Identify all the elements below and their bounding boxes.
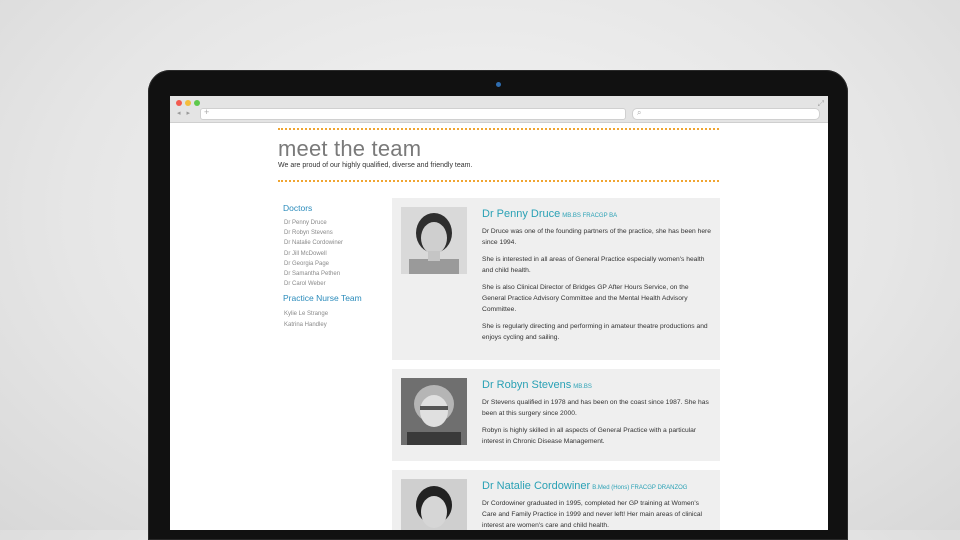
bio-paragraph: Dr Druce was one of the founding partner…	[482, 228, 711, 246]
sidebar-item-natalie-cordowiner[interactable]: Dr Natalie Cordowiner	[284, 238, 383, 248]
sidebar-heading-doctors[interactable]: Doctors	[283, 203, 383, 213]
address-bar[interactable]: +	[200, 107, 626, 120]
sidebar-heading-nurses[interactable]: Practice Nurse Team	[283, 293, 383, 303]
divider-top	[278, 128, 719, 130]
doctor-bio: Dr Cordowiner graduated in 1995, complet…	[482, 498, 712, 530]
doctor-name-text: Dr Robyn Stevens	[482, 379, 572, 391]
bio-paragraph: She is interested in all areas of Genera…	[482, 256, 705, 274]
minimize-window-icon[interactable]	[185, 100, 191, 106]
doctor-qualifications: MB.BS FRACGP BA	[562, 213, 618, 219]
divider-bottom	[278, 180, 719, 182]
doctor-bio: Dr Druce was one of the founding partner…	[482, 226, 712, 349]
browser-window: ◂ ▸ + ⌕ ⤢ meet the team We are proud of …	[170, 96, 828, 530]
profile-photo	[401, 378, 467, 445]
expand-icon[interactable]: ⤢	[818, 99, 824, 109]
doctor-bio: Dr Stevens qualified in 1978 and has bee…	[482, 397, 712, 453]
profile-card-natalie-cordowiner: Dr Natalie Cordowiner B.Med (Hons) FRACGP…	[392, 470, 720, 530]
sidebar-item-samantha-pethen[interactable]: Dr Samantha Pethen	[284, 269, 383, 279]
doctor-qualifications: MB.BS	[573, 384, 592, 390]
page-title: meet the team	[278, 136, 422, 161]
search-icon: ⌕	[637, 108, 642, 117]
profile-card-robyn-stevens: Dr Robyn Stevens MB.BS Dr Stevens qualifi…	[392, 369, 720, 461]
sidebar-item-kylie-le-strange[interactable]: Kylie Le Strange	[284, 309, 383, 319]
bio-paragraph: Robyn is highly skilled in all aspects o…	[482, 427, 697, 445]
doctor-name: Dr Penny Druce MB.BS FRACGP BA	[482, 208, 617, 220]
sidebar-item-georgia-page[interactable]: Dr Georgia Page	[284, 259, 383, 269]
doctors-list: Dr Penny Druce Dr Robyn Stevens Dr Natal…	[283, 218, 383, 289]
sidebar-item-katrina-handley[interactable]: Katrina Handley	[284, 320, 383, 330]
team-sidebar: Doctors Dr Penny Druce Dr Robyn Stevens …	[283, 203, 383, 334]
doctor-name-text: Dr Natalie Cordowiner	[482, 480, 591, 492]
sidebar-item-robyn-stevens[interactable]: Dr Robyn Stevens	[284, 228, 383, 238]
camera-icon	[496, 82, 501, 87]
bio-paragraph: Dr Stevens qualified in 1978 and has bee…	[482, 399, 709, 417]
profile-card-penny-druce: Dr Penny Druce MB.BS FRACGP BA Dr Druce w…	[392, 198, 720, 360]
team-page: meet the team We are proud of our highly…	[170, 123, 828, 530]
sidebar-item-penny-druce[interactable]: Dr Penny Druce	[284, 218, 383, 228]
bio-paragraph: Dr Cordowiner graduated in 1995, complet…	[482, 500, 703, 529]
profile-photo	[401, 207, 467, 274]
zoom-window-icon[interactable]	[194, 100, 200, 106]
sidebar-item-carol-weber[interactable]: Dr Carol Weber	[284, 279, 383, 289]
doctor-name-text: Dr Penny Druce	[482, 208, 561, 220]
add-tab-icon[interactable]: +	[204, 107, 209, 117]
bio-paragraph: She is also Clinical Director of Bridges…	[482, 284, 689, 313]
sidebar-item-jill-mcdowell[interactable]: Dr Jill McDowell	[284, 249, 383, 259]
page-subtitle: We are proud of our highly qualified, di…	[278, 162, 473, 169]
browser-toolbar: ◂ ▸ + ⌕ ⤢	[170, 96, 828, 123]
back-forward-icon[interactable]: ◂ ▸	[177, 109, 192, 117]
close-window-icon[interactable]	[176, 100, 182, 106]
doctor-name: Dr Robyn Stevens MB.BS	[482, 379, 592, 391]
browser-search-input[interactable]: ⌕	[632, 108, 820, 120]
bio-paragraph: She is regularly directing and performin…	[482, 323, 708, 341]
profile-photo	[401, 479, 467, 530]
doctor-qualifications: B.Med (Hons) FRACGP DRANZOG	[592, 485, 688, 491]
doctor-name: Dr Natalie Cordowiner B.Med (Hons) FRACGP…	[482, 480, 687, 492]
nurses-list: Kylie Le Strange Katrina Handley	[283, 309, 383, 329]
